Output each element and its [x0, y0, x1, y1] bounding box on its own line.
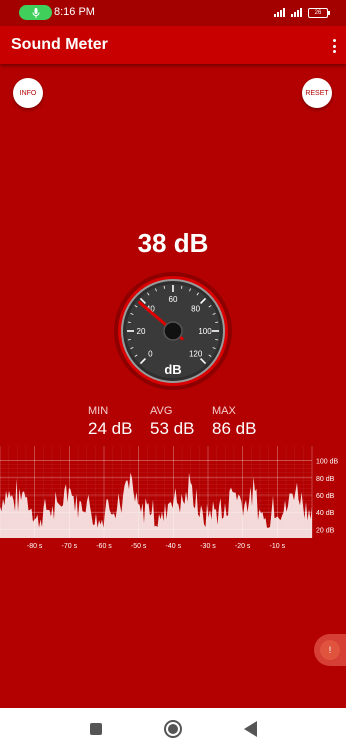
overflow-menu-icon[interactable] — [332, 39, 336, 53]
graph-x-label: -20 s — [235, 543, 251, 550]
status-icons: 26 — [274, 6, 330, 19]
stat-max-value: 86 dB — [212, 419, 257, 438]
gauge-scale-label: 120 — [189, 350, 203, 359]
graph-x-label: -70 s — [62, 543, 78, 550]
stat-min: MIN 24 dB — [88, 405, 132, 439]
battery-level: 26 — [314, 9, 322, 16]
stat-avg: AVG 53 dB — [150, 405, 194, 439]
graph-x-axis-labels: -80 s -70 s -60 s -50 s -40 s -30 s -20 s -10 s — [27, 543, 286, 550]
graph-x-label: -60 s — [96, 543, 112, 550]
graph-y-label: 40 dB — [316, 510, 335, 517]
reset-button[interactable]: RESET — [302, 78, 332, 108]
stat-avg-label: AVG — [150, 405, 173, 417]
app-bar: Sound Meter — [0, 26, 346, 64]
graph-y-label: 60 dB — [316, 493, 335, 500]
floating-button[interactable]: ! — [314, 634, 346, 666]
gauge-scale-label: 100 — [198, 327, 212, 336]
graph-x-label: -50 s — [131, 543, 147, 550]
gauge-scale-label: 0 — [148, 350, 153, 359]
battery-icon: 26 — [308, 7, 330, 18]
recent-apps-button[interactable] — [90, 723, 102, 735]
current-db-reading: 38 dB — [137, 228, 209, 258]
gauge-scale-label: 80 — [191, 304, 200, 313]
gauge-scale-label: 60 — [169, 295, 178, 304]
gauge-unit-label: dB — [164, 362, 181, 377]
microphone-icon — [32, 7, 39, 18]
gauge-hub — [163, 321, 183, 341]
back-button[interactable] — [244, 721, 257, 737]
graph-x-label: -80 s — [27, 543, 43, 550]
app-title: Sound Meter — [11, 36, 108, 53]
status-time: 8:16 PM — [54, 6, 95, 18]
graph-y-axis-labels: 100 dB 80 dB 60 dB 40 dB 20 dB — [316, 459, 339, 535]
stat-min-label: MIN — [88, 405, 109, 417]
gauge-scale-label: 20 — [137, 327, 146, 336]
graph-y-label: 100 dB — [316, 459, 339, 466]
stat-max-label: MAX — [212, 405, 236, 417]
home-button[interactable] — [164, 720, 182, 738]
stat-avg-value: 53 dB — [150, 419, 195, 438]
stat-max: MAX 86 dB — [212, 405, 256, 439]
graph-y-label: 20 dB — [316, 527, 335, 534]
floating-icon: ! — [320, 640, 340, 660]
signal-icon — [291, 8, 302, 17]
graph-y-label: 80 dB — [316, 476, 335, 483]
db-gauge: 020406080100120 dB — [114, 272, 232, 390]
db-history-graph: 100 dB 80 dB 60 dB 40 dB 20 dB -80 s -70 s -60… — [0, 446, 339, 550]
graph-x-label: -40 s — [166, 543, 182, 550]
navigation-bar — [0, 708, 346, 750]
graph-x-label: -10 s — [270, 543, 286, 550]
microphone-active-indicator — [19, 5, 52, 20]
stat-min-value: 24 dB — [88, 419, 133, 438]
info-button[interactable]: INFO — [13, 78, 43, 108]
graph-x-label: -30 s — [200, 543, 216, 550]
status-bar: 8:16 PM 26 — [0, 0, 346, 26]
signal-icon — [274, 8, 285, 17]
